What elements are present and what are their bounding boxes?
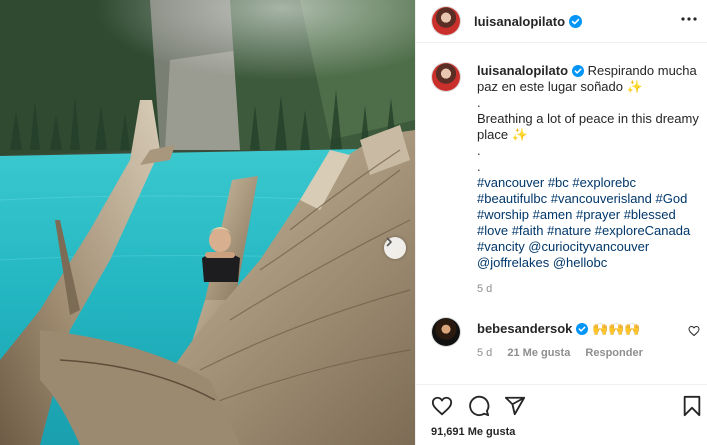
post-actions-bar: [416, 384, 707, 425]
hashtags-links[interactable]: #vancouver #bc #explorebc #beautifulbc #…: [477, 175, 690, 270]
caption-dot: .: [477, 159, 481, 174]
post-photo[interactable]: [0, 0, 415, 445]
verified-badge-icon: [576, 323, 589, 335]
like-count[interactable]: 91,691 Me gusta: [431, 426, 515, 438]
caption-english: Breathing a lot of peace in this dreamy …: [477, 111, 699, 142]
caption-username[interactable]: luisanalopilato: [477, 63, 568, 78]
comments-area[interactable]: luisanalopilato Respirando mucha paz en …: [416, 43, 707, 383]
comment-timestamp[interactable]: 5 d: [477, 347, 492, 359]
author-avatar[interactable]: [432, 7, 460, 35]
caption-dot: .: [477, 143, 481, 158]
heart-icon[interactable]: [688, 325, 700, 337]
caption-text: luisanalopilato Respirando mucha paz en …: [477, 63, 703, 297]
comment-text: 🙌🙌🙌: [592, 321, 641, 336]
more-options-icon: [681, 17, 697, 21]
comment-likes[interactable]: 21 Me gusta: [507, 347, 570, 359]
comment-meta: 5 d 21 Me gusta Responder: [477, 347, 655, 359]
carousel-next-button[interactable]: [384, 237, 406, 259]
more-options-button[interactable]: [676, 6, 702, 32]
comment-text-line: bebesandersok 🙌🙌🙌: [477, 321, 677, 337]
comment-bubble-icon[interactable]: [468, 395, 490, 417]
caption-timestamp[interactable]: 5 d: [477, 281, 703, 297]
verified-badge-icon: [572, 65, 585, 77]
commenter-avatar[interactable]: [432, 318, 460, 346]
verified-badge-icon: [569, 14, 583, 28]
heart-icon[interactable]: [431, 395, 453, 417]
post-sidebar: luisanalopilato luisanalopilato Respiran…: [415, 0, 707, 445]
commenter-username[interactable]: bebesandersok: [477, 321, 572, 336]
caption-dot: .: [477, 95, 481, 110]
photo-scene: [0, 0, 415, 445]
sparkle-emoji: ✨: [626, 79, 643, 94]
paper-plane-icon[interactable]: [504, 395, 526, 417]
author-username[interactable]: luisanalopilato: [474, 14, 565, 29]
caption-author-avatar[interactable]: [432, 63, 460, 91]
bookmark-icon[interactable]: [682, 395, 702, 417]
reply-button[interactable]: Responder: [585, 347, 642, 359]
chevron-right-icon: [386, 237, 392, 247]
like-count-text: 91,691 Me gusta: [431, 426, 516, 438]
sparkle-emoji: ✨: [511, 127, 528, 142]
post-header: luisanalopilato: [416, 0, 707, 43]
